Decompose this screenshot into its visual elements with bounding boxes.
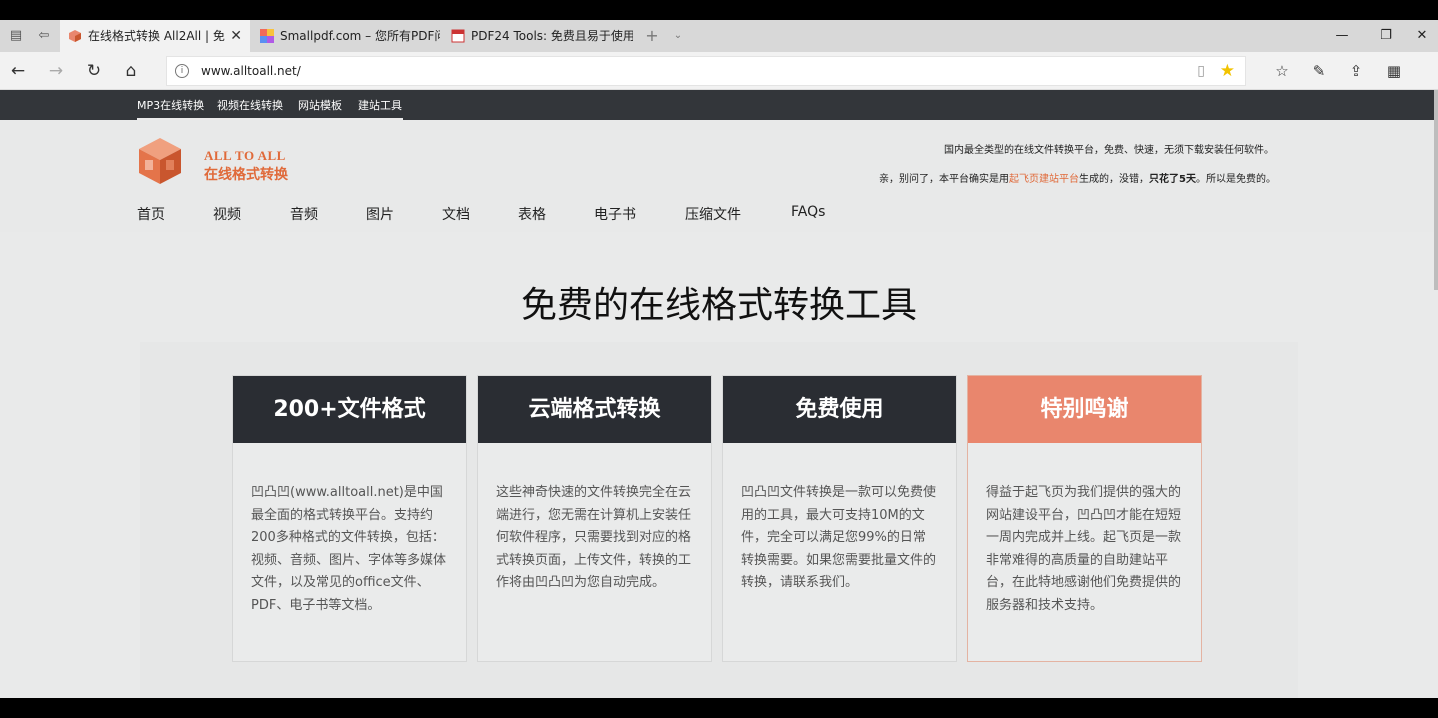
address-bar[interactable]: i www.alltoall.net/ ▯ ★ — [166, 56, 1246, 86]
feature-card-thanks: 特别鸣谢 得益于起飞页为我们提供的强大的网站建设平台，凹凸凹才能在短短一周内完成… — [967, 375, 1202, 662]
refresh-button[interactable]: ↻ — [82, 60, 106, 82]
logo-english-text[interactable]: ALL TO ALL — [204, 148, 286, 164]
nav-archive[interactable]: 压缩文件 — [685, 204, 741, 224]
tab-alltoall[interactable]: 在线格式转换 All2All | 免 ✕ — [60, 20, 250, 52]
site-info-icon[interactable]: i — [175, 64, 189, 78]
favorites-hub-icon[interactable]: ☆ — [1270, 60, 1294, 82]
card-title: 云端格式转换 — [478, 376, 711, 443]
minimize-button[interactable]: — — [1322, 20, 1362, 52]
tab-bar: ▤ ⇦ 在线格式转换 All2All | 免 ✕ Smallpdf.com – … — [0, 20, 1438, 52]
show-tabs-aside-icon[interactable]: ⇦ — [36, 28, 52, 44]
page-scrollbar[interactable] — [1434, 90, 1438, 290]
address-toolbar: ← → ↻ ⌂ i www.alltoall.net/ ▯ ★ ☆ ✎ ⇪ ▦ — [0, 52, 1438, 90]
nav-video[interactable]: 视频 — [213, 204, 241, 224]
logo-chinese-text[interactable]: 在线格式转换 — [204, 164, 288, 184]
url-input[interactable]: www.alltoall.net/ — [201, 57, 301, 85]
tab-list-chevron-icon[interactable]: ⌄ — [668, 20, 688, 52]
smallpdf-favicon-icon — [260, 29, 274, 43]
forward-button[interactable]: → — [44, 60, 68, 82]
tab-set-aside-icon[interactable]: ▤ — [8, 28, 24, 44]
tab-title: Smallpdf.com – 您所有PDF问 — [280, 29, 440, 43]
home-button[interactable]: ⌂ — [119, 60, 143, 82]
card-body: 这些神奇快速的文件转换完全在云端进行，您无需在计算机上安装任何软件程序，只需要找… — [496, 485, 692, 590]
note-bold: 只花了5天 — [1149, 174, 1196, 185]
tab-smallpdf[interactable]: Smallpdf.com – 您所有PDF问 — [252, 20, 440, 52]
reading-view-icon[interactable]: ▯ — [1197, 63, 1205, 79]
tab-pdf24[interactable]: PDF24 Tools: 免费且易于使用 — [443, 20, 633, 52]
tab-title: PDF24 Tools: 免费且易于使用 — [471, 29, 633, 43]
new-tab-button[interactable]: + — [638, 20, 666, 52]
hub-icon[interactable]: ▦ — [1382, 60, 1406, 82]
note-suffix: 。所以是免费的。 — [1196, 174, 1276, 185]
close-window-button[interactable]: ✕ — [1406, 20, 1438, 52]
web-note-icon[interactable]: ✎ — [1307, 60, 1331, 82]
back-button[interactable]: ← — [6, 60, 30, 82]
site-header: ALL TO ALL 在线格式转换 国内最全类型的在线文件转换平台，免费、快速，… — [0, 120, 1438, 232]
nav-ebook[interactable]: 电子书 — [594, 204, 636, 224]
note-prefix: 亲，别问了，本平台确实是用 — [879, 174, 1010, 185]
nav-faqs[interactable]: FAQs — [791, 204, 825, 220]
card-body: 凹凸凹(www.alltoall.net)是中国最全面的格式转换平台。支持约20… — [251, 485, 447, 613]
card-body: 凹凸凹文件转换是一款可以免费使用的工具，最大可支持10M的文件，完全可以满足您9… — [741, 485, 937, 590]
browser-window: ▤ ⇦ 在线格式转换 All2All | 免 ✕ Smallpdf.com – … — [0, 20, 1438, 698]
card-title: 特别鸣谢 — [968, 376, 1201, 443]
feature-card-cloud: 云端格式转换 这些神奇快速的文件转换完全在云端进行，您无需在计算机上安装任何软件… — [477, 375, 712, 662]
nav-spreadsheet[interactable]: 表格 — [518, 204, 546, 224]
logo-cube-icon[interactable] — [137, 136, 183, 186]
site-tagline: 国内最全类型的在线文件转换平台，免费、快速，无须下载安装任何软件。 — [944, 145, 1274, 156]
nav-audio[interactable]: 音频 — [290, 204, 318, 224]
note-link[interactable]: 起飞页建站平台 — [1009, 174, 1079, 185]
nav-document[interactable]: 文档 — [442, 204, 470, 224]
cube-favicon-icon — [69, 30, 81, 42]
site-top-nav: MP3在线转换 视频在线转换 网站模板 建站工具 — [0, 90, 1438, 120]
nav-home[interactable]: 首页 — [137, 204, 165, 224]
share-icon[interactable]: ⇪ — [1344, 60, 1368, 82]
pdf24-favicon-icon — [451, 29, 465, 43]
card-title: 免费使用 — [723, 376, 956, 443]
card-body: 得益于起飞页为我们提供的强大的网站建设平台，凹凸凹才能在短短一周内完成并上线。起… — [986, 485, 1182, 613]
tab-title: 在线格式转换 All2All | 免 — [88, 29, 225, 43]
favorite-star-icon[interactable]: ★ — [1220, 61, 1235, 81]
restore-button[interactable]: ❐ — [1366, 20, 1406, 52]
hero-title: 免费的在线格式转换工具 — [520, 285, 917, 326]
nav-image[interactable]: 图片 — [366, 204, 394, 224]
feature-card-free: 免费使用 凹凸凹文件转换是一款可以免费使用的工具，最大可支持10M的文件，完全可… — [722, 375, 957, 662]
feature-card-formats: 200+文件格式 凹凸凹(www.alltoall.net)是中国最全面的格式转… — [232, 375, 467, 662]
site-note: 亲，别问了，本平台确实是用起飞页建站平台生成的，没错，只花了5天。所以是免费的。 — [879, 170, 1276, 185]
tab-close-icon[interactable]: ✕ — [230, 20, 242, 52]
card-title: 200+文件格式 — [233, 376, 466, 443]
note-mid: 生成的，没错， — [1079, 174, 1150, 185]
